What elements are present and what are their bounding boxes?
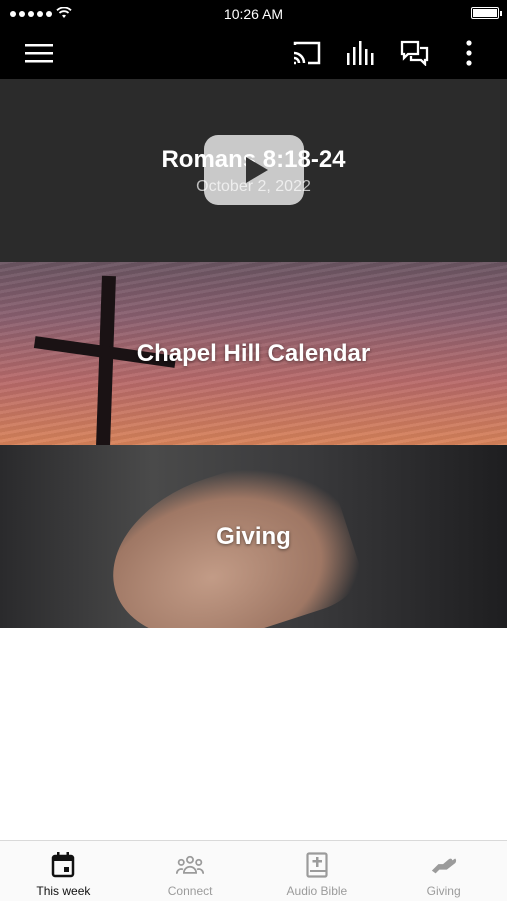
status-bar: 10:26 AM [0,0,507,28]
calendar-tile[interactable]: Chapel Hill Calendar [0,262,507,445]
cast-icon[interactable] [290,36,324,70]
battery-icon [471,7,502,19]
chat-icon[interactable] [398,36,432,70]
giving-hand-icon [430,851,458,879]
video-play-button[interactable] [204,135,304,205]
calendar-title: Chapel Hill Calendar [136,339,371,367]
bible-icon [303,851,331,879]
tab-giving[interactable]: Giving [380,841,507,901]
people-icon [176,851,205,879]
bottom-tab-bar: This week Connect Audio Bible Giving [0,840,507,901]
tab-this-week[interactable]: This week [0,841,127,901]
giving-title: Giving [216,522,291,550]
more-vertical-icon[interactable] [452,36,486,70]
sermon-video-tile[interactable]: Romans 8:18-24 October 2, 2022 [0,79,507,262]
tab-connect[interactable]: Connect [127,841,254,901]
app-bar [0,28,507,79]
calendar-icon [49,851,77,879]
giving-tile[interactable]: Giving [0,445,507,628]
menu-icon[interactable] [22,36,56,70]
tab-label: Audio Bible [286,884,348,898]
tab-label: Connect [167,884,213,898]
play-icon [246,157,268,183]
audio-bars-icon[interactable] [344,36,378,70]
tab-label: Giving [426,884,461,898]
status-time: 10:26 AM [223,6,284,22]
tab-label: This week [36,884,91,898]
tab-audio-bible[interactable]: Audio Bible [254,841,381,901]
